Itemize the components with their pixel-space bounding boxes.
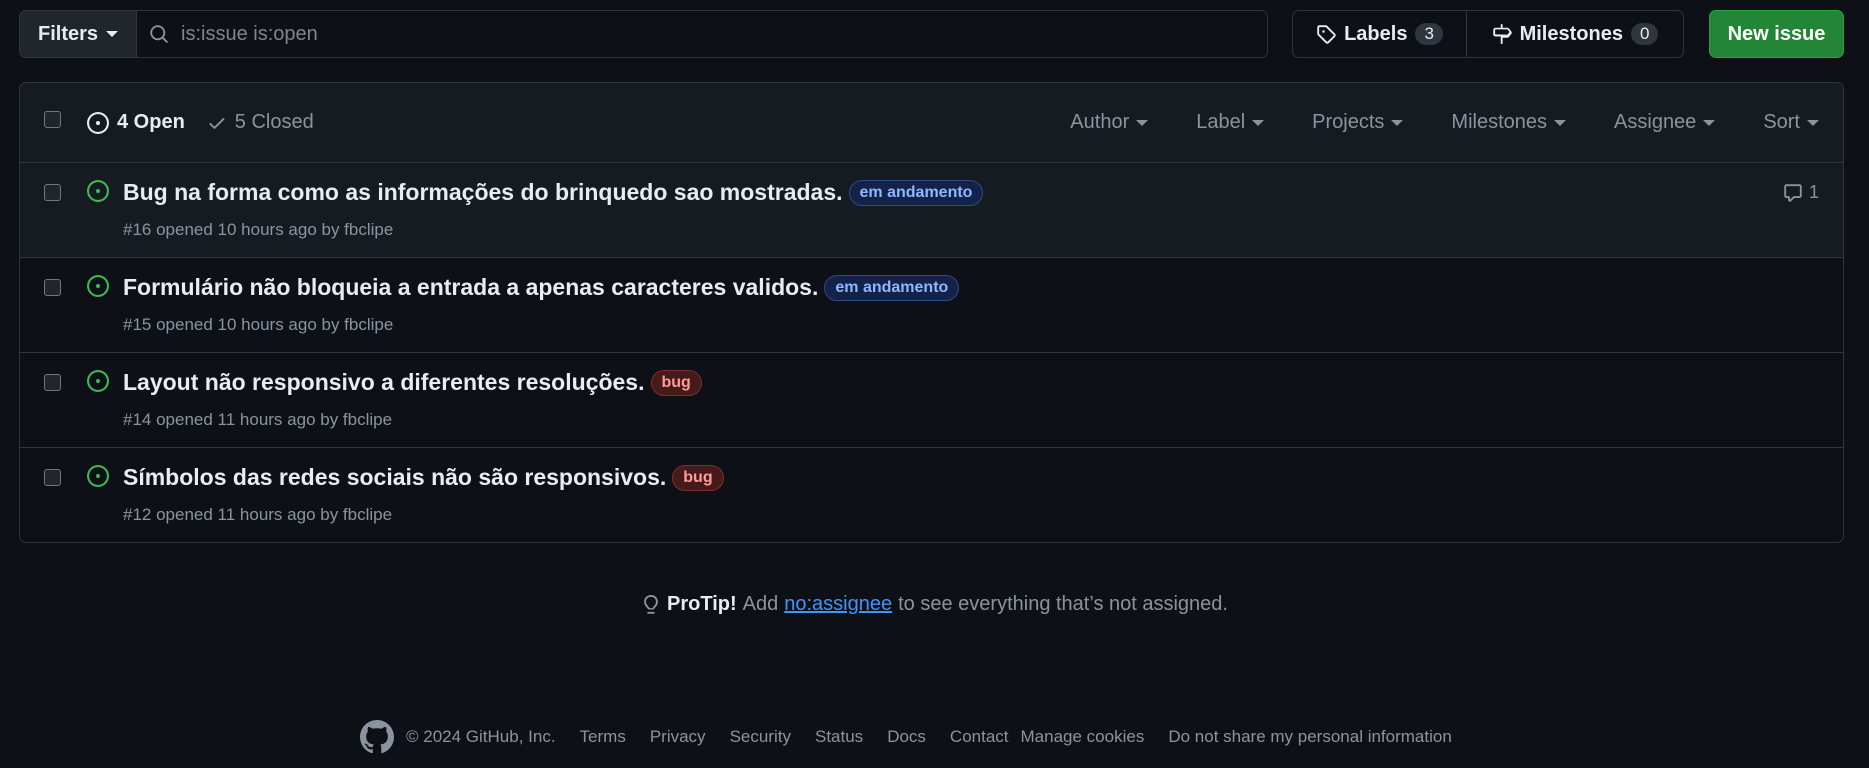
author-filter-label: Author (1070, 111, 1130, 133)
issue-checkbox[interactable] (44, 279, 61, 296)
closed-count-label: 5 Closed (234, 111, 314, 133)
issue-row[interactable]: Bug na forma como as informações do brin… (20, 163, 1843, 258)
footer-link-security[interactable]: Security (730, 727, 791, 747)
chevron-down-icon (1136, 119, 1149, 126)
milestones-filter-label: Milestones (1451, 111, 1548, 133)
milestones-label: Milestones (1519, 22, 1623, 45)
issue-checkbox[interactable] (44, 184, 61, 201)
comment-icon (1784, 183, 1802, 202)
issue-opened-icon (87, 275, 109, 297)
chevron-down-icon (106, 31, 119, 37)
open-count-label: 4 Open (117, 111, 185, 133)
filters-search-group: Filters (19, 10, 1268, 58)
no-assignee-link[interactable]: no:assignee (784, 593, 892, 616)
footer-link-privacy[interactable]: Privacy (650, 727, 706, 747)
footer-link-do-not-share[interactable]: Do not share my personal information (1168, 727, 1451, 747)
footer-link-contact[interactable]: Contact (950, 727, 1009, 747)
search-box (137, 11, 1267, 57)
issue-row[interactable]: Layout não responsivo a diferentes resol… (20, 353, 1843, 448)
milestones-count-badge: 0 (1630, 23, 1659, 45)
author-filter[interactable]: Author (1070, 111, 1149, 134)
state-tabs: 4 Open 5 Closed (87, 111, 314, 134)
issue-opened-icon (87, 180, 109, 202)
milestone-icon (1492, 24, 1512, 44)
issue-label[interactable]: em andamento (848, 179, 984, 206)
issue-meta: #14 opened 11 hours ago by fbclipe (123, 410, 393, 429)
issue-opened-icon (87, 465, 109, 487)
issues-list-header: 4 Open 5 Closed Author Label Projects Mi… (20, 83, 1843, 163)
header-filters: Author Label Projects Milestones Assigne… (1070, 111, 1819, 134)
projects-filter[interactable]: Projects (1312, 111, 1404, 134)
footer-link-manage-cookies[interactable]: Manage cookies (1021, 727, 1145, 747)
new-issue-button[interactable]: New issue (1709, 10, 1844, 58)
chevron-down-icon (1554, 119, 1567, 126)
milestones-button[interactable]: Milestones 0 (1467, 11, 1683, 57)
issue-meta: #16 opened 10 hours ago by fbclipe (123, 220, 394, 239)
labels-label: Labels (1344, 22, 1408, 45)
footer-link-status[interactable]: Status (815, 727, 863, 747)
protip-before: Add (742, 593, 779, 615)
milestones-filter[interactable]: Milestones (1451, 111, 1567, 134)
issue-title-line: Layout não responsivo a diferentes resol… (123, 369, 702, 396)
issue-meta: #12 opened 11 hours ago by fbclipe (123, 505, 393, 524)
tag-icon (1317, 25, 1336, 44)
projects-filter-label: Projects (1312, 111, 1385, 133)
footer-link-terms[interactable]: Terms (580, 727, 626, 747)
issue-opened-icon (87, 370, 109, 392)
check-icon (209, 117, 225, 129)
labels-count-badge: 3 (1415, 23, 1443, 45)
chevron-down-icon (1807, 119, 1819, 126)
issue-label[interactable]: em andamento (824, 274, 960, 301)
light-bulb-icon (644, 594, 658, 614)
protip-after: to see everything that’s not assigned. (898, 593, 1228, 615)
assignee-filter-label: Assignee (1614, 111, 1697, 133)
issue-opened-icon (87, 111, 109, 134)
filters-label: Filters (37, 22, 99, 45)
chevron-down-icon (1391, 119, 1404, 126)
issue-title-link[interactable]: Layout não responsivo a diferentes resol… (123, 369, 645, 396)
chevron-down-icon (1703, 119, 1716, 126)
search-input[interactable] (181, 22, 1267, 46)
protip-heading: ProTip! (667, 593, 737, 615)
issues-toolbar: Filters Labels 3 Milestones 0 New issue (19, 10, 1844, 58)
assignee-filter[interactable]: Assignee (1614, 111, 1716, 134)
labels-milestones-group: Labels 3 Milestones 0 (1292, 10, 1684, 58)
issue-label[interactable]: bug (650, 369, 702, 396)
issue-title-link[interactable]: Formulário não bloqueia a entrada a apen… (123, 274, 818, 301)
comment-count: 1 (1808, 182, 1819, 202)
select-all-checkbox[interactable] (44, 111, 61, 128)
label-filter[interactable]: Label (1196, 111, 1265, 134)
github-logo-icon[interactable] (360, 720, 394, 754)
issue-title-line: Símbolos das redes sociais não são respo… (123, 464, 724, 491)
label-filter-label: Label (1196, 111, 1246, 133)
issue-checkbox[interactable] (44, 374, 61, 391)
comments-link[interactable]: 1 (1783, 182, 1819, 203)
issue-row[interactable]: Símbolos das redes sociais não são respo… (20, 448, 1843, 542)
footer-link-docs[interactable]: Docs (887, 727, 926, 747)
tab-open[interactable]: 4 Open (87, 111, 185, 134)
protip: ProTip! Add no:assignee to see everythin… (0, 593, 1869, 616)
issue-title-line: Formulário não bloqueia a entrada a apen… (123, 274, 960, 301)
tab-closed[interactable]: 5 Closed (207, 111, 314, 134)
issue-meta: #15 opened 10 hours ago by fbclipe (123, 315, 394, 334)
issue-title-line: Bug na forma como as informações do brin… (123, 179, 984, 206)
issue-label[interactable]: bug (672, 464, 724, 491)
issue-title-link[interactable]: Símbolos das redes sociais não são respo… (123, 464, 666, 491)
sort-filter-label: Sort (1763, 111, 1800, 133)
sort-filter[interactable]: Sort (1763, 111, 1819, 134)
issue-row[interactable]: Formulário não bloqueia a entrada a apen… (20, 258, 1843, 353)
footer-copyright: © 2024 GitHub, Inc. (406, 727, 556, 746)
chevron-down-icon (1252, 119, 1265, 126)
labels-button[interactable]: Labels 3 (1293, 11, 1467, 57)
filters-dropdown-button[interactable]: Filters (20, 11, 137, 57)
issue-title-link[interactable]: Bug na forma como as informações do brin… (123, 179, 843, 206)
issues-list: 4 Open 5 Closed Author Label Projects Mi… (19, 82, 1844, 543)
search-icon (150, 25, 168, 43)
issue-checkbox[interactable] (44, 469, 61, 486)
site-footer: © 2024 GitHub, Inc. Terms Privacy Securi… (360, 720, 1452, 754)
